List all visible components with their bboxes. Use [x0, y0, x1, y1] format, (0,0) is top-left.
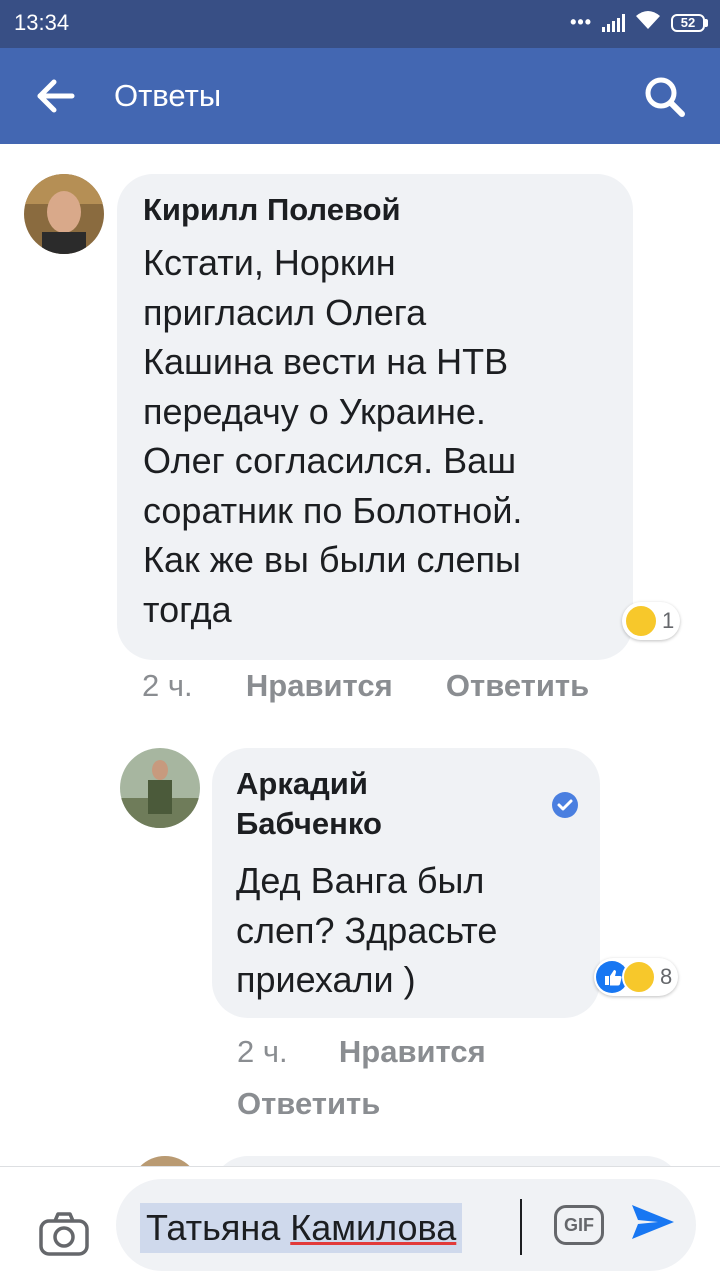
reply-text-line: приехали ) [236, 959, 416, 1000]
mention-last-name: Камилова [290, 1207, 457, 1248]
reply-reaction-summary[interactable]: 8 [594, 958, 679, 996]
reply-reply-button[interactable]: Ответить [237, 1078, 486, 1130]
haha-icon [622, 960, 656, 994]
signal-icon [602, 13, 625, 32]
status-bar: 13:34 ••• 52 [0, 0, 720, 48]
comment-text-line: соратник по Болотной. [143, 489, 523, 531]
comment-input[interactable]: Татьяна Камилова GIF [116, 1179, 696, 1271]
avatar-kirill[interactable] [24, 174, 104, 254]
like-button[interactable]: Нравится [246, 668, 393, 703]
text-caret [520, 1199, 522, 1255]
app-bar: Ответы [0, 48, 720, 144]
reaction-count: 8 [660, 964, 673, 989]
comment-text-line: Кашина вести на НТВ [143, 341, 509, 382]
status-time: 13:34 [14, 10, 70, 35]
reply-author-line: Бабченко [236, 806, 382, 841]
comment-text: Кстати, Норкин пригласил Олега Кашина ве… [143, 238, 623, 634]
reply-text: Дед Ванга был слеп? Здрасьте приехали ) [236, 856, 596, 1005]
reaction-summary[interactable]: 1 [622, 602, 681, 640]
back-arrow-icon[interactable] [36, 78, 76, 114]
reply-author[interactable]: Аркадий Бабченко [236, 764, 382, 844]
comment-text-line: пригласил Олега [143, 291, 427, 333]
comment-text-line: Олег согласился. Ваш [143, 440, 517, 481]
reply-meta: 2 ч. Нравится Ответить [237, 1026, 486, 1130]
reply-button[interactable]: Ответить [446, 668, 589, 703]
reaction-count: 1 [662, 608, 675, 633]
camera-icon[interactable] [38, 1211, 90, 1257]
comment-text-line: тогда [143, 588, 232, 630]
reply-time: 2 ч. [237, 1034, 288, 1069]
haha-icon [624, 604, 658, 638]
comment-author[interactable]: Кирилл Полевой [143, 190, 401, 230]
battery-icon: 52 [671, 13, 708, 32]
verified-badge-icon [552, 792, 578, 818]
comment-text-line: Как же вы были слепы [143, 539, 521, 580]
replies-screen: 13:34 ••• 52 Ответы Кирилл Полевой Кстат… [0, 0, 720, 1280]
wifi-icon [635, 10, 661, 35]
comment-meta: 2 ч. Нравится Ответить [142, 668, 589, 704]
reply-composer: Татьяна Камилова GIF [0, 1166, 720, 1280]
page-title: Ответы [114, 78, 222, 113]
reply-text-line: слеп? Здрасьте [236, 909, 498, 951]
status-icons: ••• 52 [570, 10, 708, 35]
comment-text-line: передачу о Украине. [143, 390, 486, 432]
reply-like-button[interactable]: Нравится [339, 1034, 486, 1069]
reply-text-line: Дед Ванга был [236, 860, 485, 901]
mention-first-name: Татьяна [146, 1207, 281, 1248]
search-icon[interactable] [644, 76, 686, 118]
avatar-arkady[interactable] [120, 748, 200, 828]
battery-level: 52 [671, 13, 705, 32]
more-dots-icon: ••• [570, 12, 592, 32]
send-icon[interactable] [628, 1197, 678, 1247]
comment-text-line: Кстати, Норкин [143, 242, 396, 283]
reply-author-line: Аркадий [236, 766, 368, 801]
comment-time: 2 ч. [142, 668, 193, 703]
input-value: Татьяна Камилова [140, 1203, 463, 1253]
gif-button[interactable]: GIF [554, 1205, 604, 1245]
